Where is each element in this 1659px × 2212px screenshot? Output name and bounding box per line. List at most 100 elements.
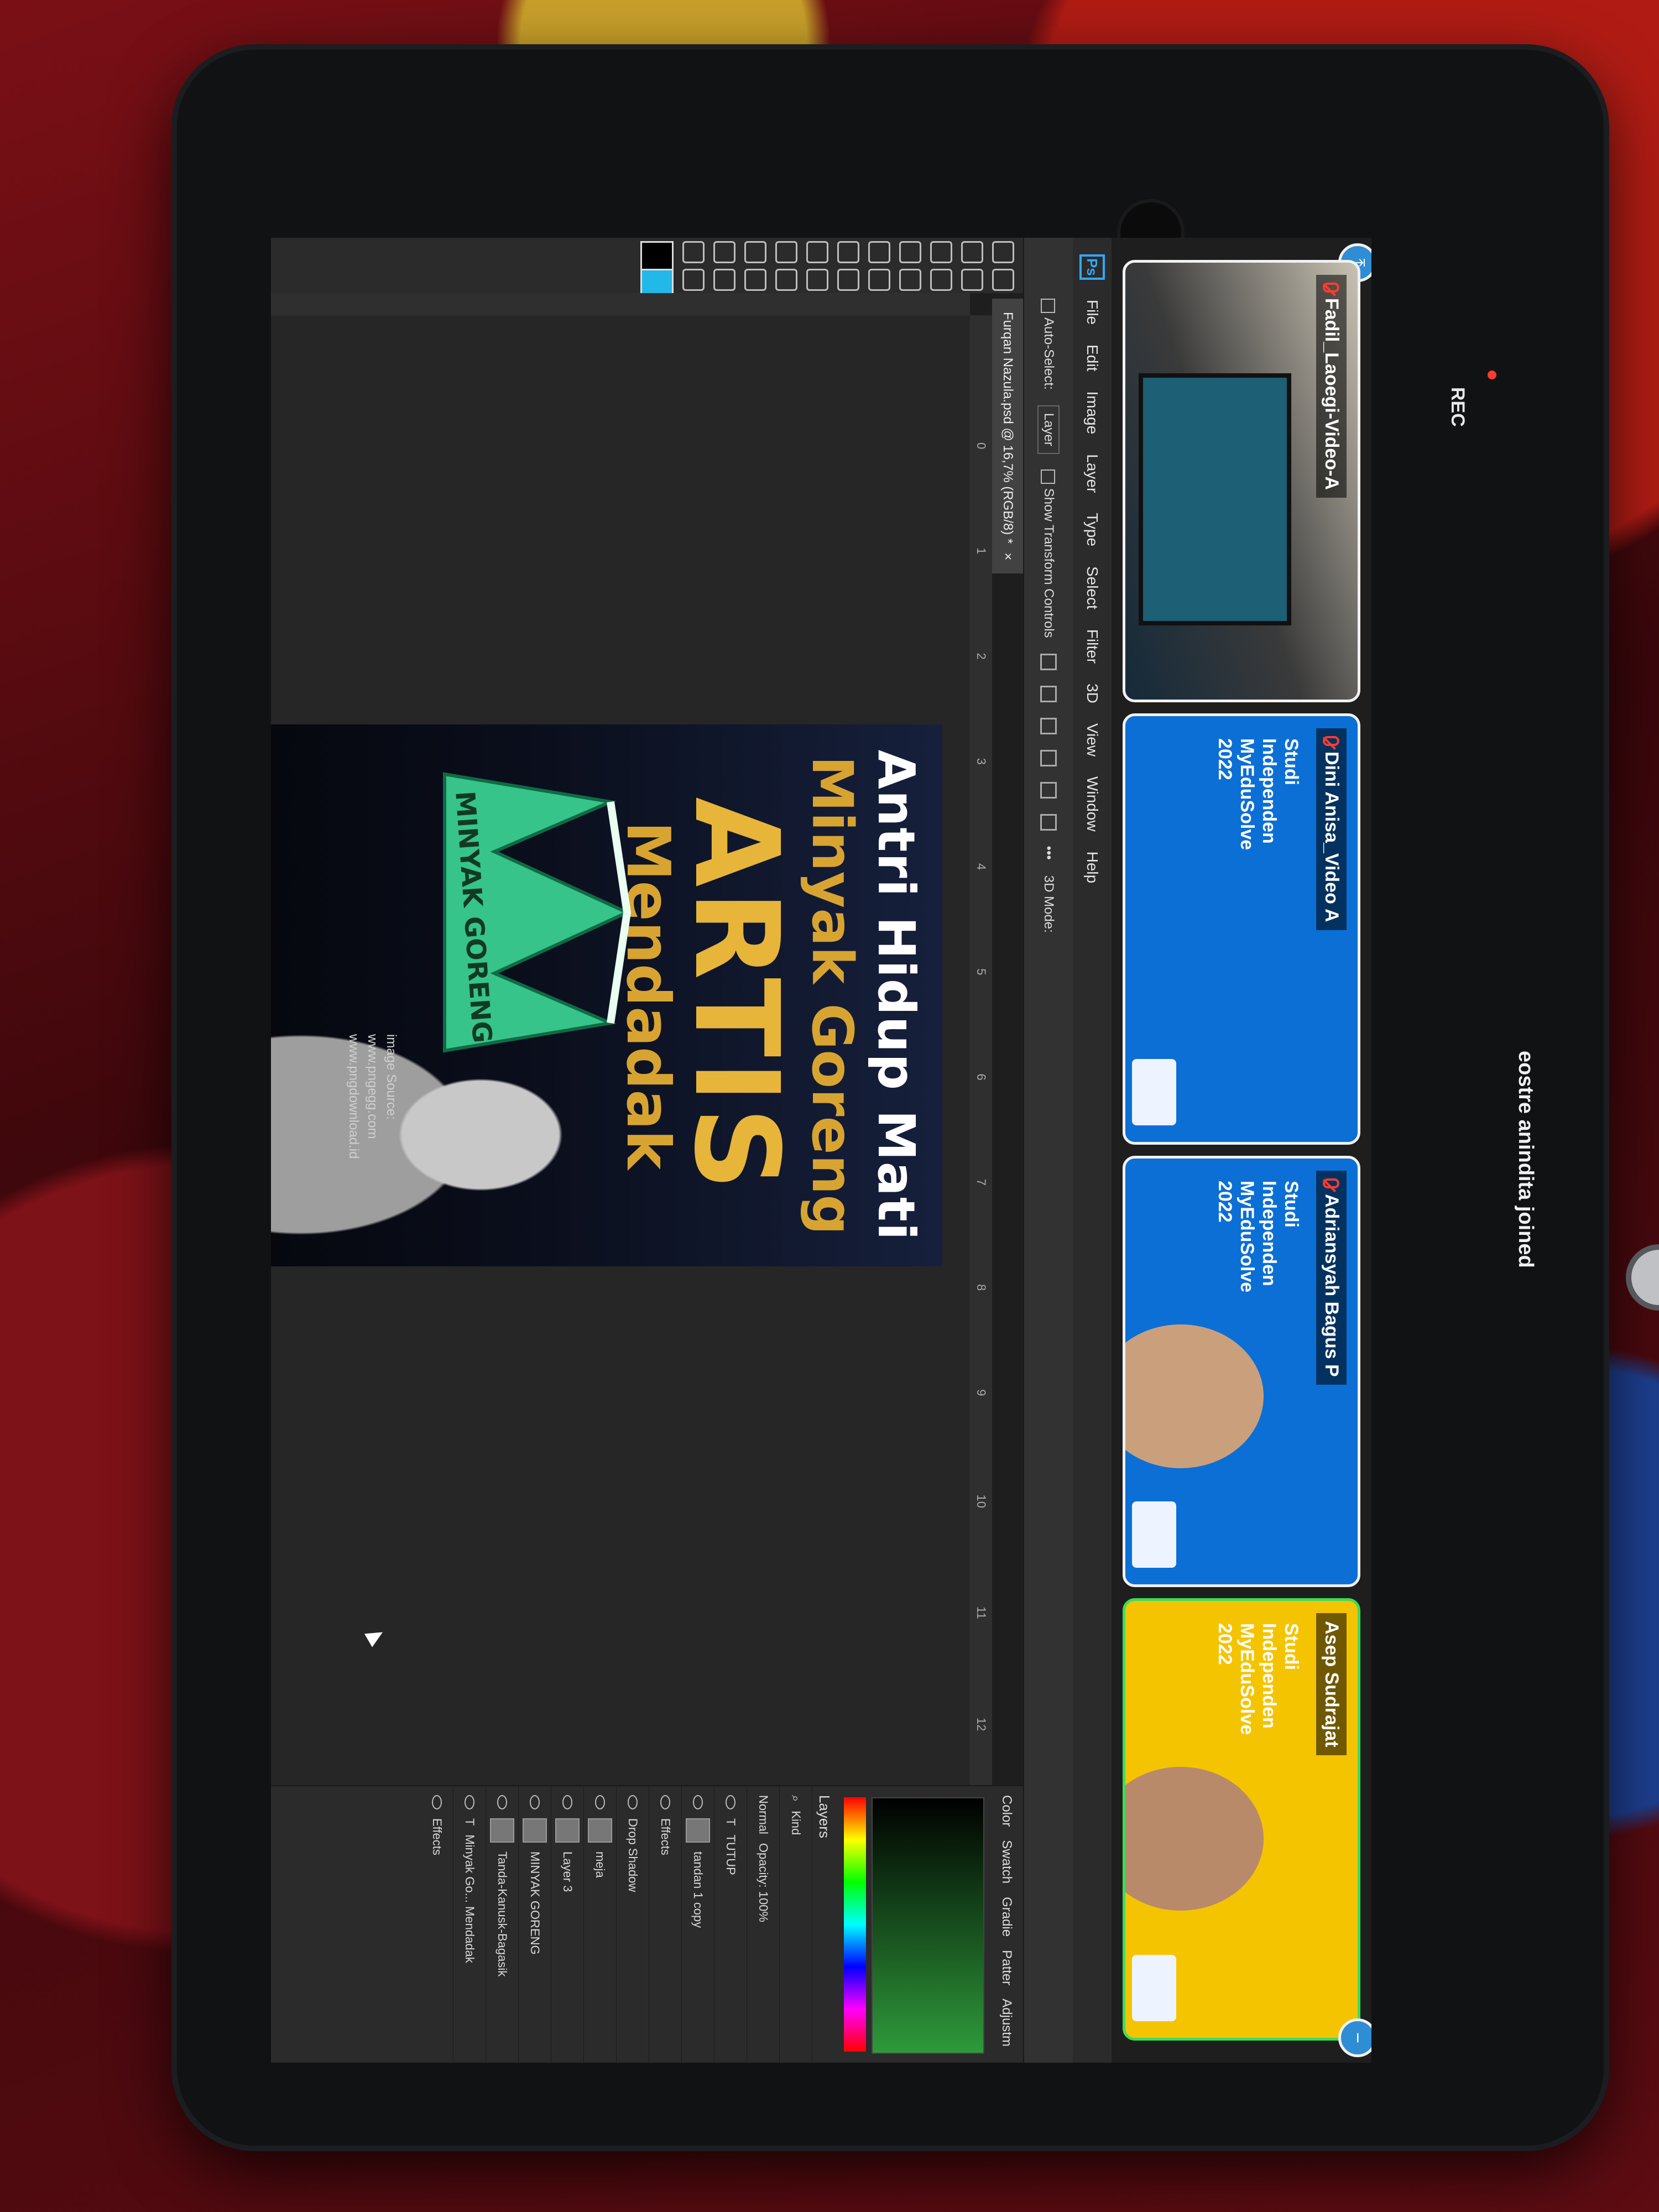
pen-tool-icon[interactable]: [775, 269, 797, 291]
path-select-tool-icon[interactable]: [744, 269, 766, 291]
screen-content: Ps File Edit Image Layer Type Select Fil…: [271, 238, 1371, 2063]
more-tools-icon[interactable]: [682, 269, 705, 291]
menu-3d[interactable]: 3D: [1083, 684, 1101, 703]
layer-item[interactable]: Tanda-Kanusk-Bagasik: [486, 1786, 519, 2063]
lasso-tool-icon[interactable]: [961, 241, 983, 263]
layer-name: Effects: [430, 1818, 444, 1855]
auto-select-label: Auto-Select:: [1041, 317, 1056, 390]
tab-adjustments[interactable]: Adjustm: [999, 1999, 1014, 2047]
logo-line: 2022: [1214, 1623, 1235, 1665]
hue-slider[interactable]: [844, 1797, 866, 2052]
more-options-icon[interactable]: •••: [1041, 846, 1056, 860]
participant-tiles: ⤒ Fadil_Laoegi-Video-A Dini Anisa_Video …: [1112, 238, 1371, 2063]
close-tab-icon[interactable]: ×: [1000, 552, 1015, 560]
participant-tile[interactable]: Adriansyah Bagus P Studi Independen MyEd…: [1123, 1156, 1360, 1587]
dodge-tool-icon[interactable]: [775, 241, 797, 263]
logo-line: MyEduSolve: [1237, 1181, 1258, 1293]
document-tab[interactable]: Furqan Nazula.psd @ 16,7% (RGB/8) * ×: [992, 299, 1023, 574]
layer-effects-item[interactable]: Effects: [421, 1786, 453, 2063]
hand-tool-icon[interactable]: [713, 269, 735, 291]
tab-swatches[interactable]: Swatch: [999, 1840, 1014, 1884]
menu-window[interactable]: Window: [1083, 776, 1101, 832]
auto-select-checkbox[interactable]: [1041, 299, 1056, 313]
layer-item[interactable]: T Minyak Go... Mendadak: [453, 1786, 486, 2063]
blend-mode-select[interactable]: Normal: [756, 1795, 770, 1834]
poster-artwork[interactable]: Antri Hidup Mati Minyak Goreng ARTIS Men…: [271, 724, 942, 1266]
eye-icon[interactable]: [726, 1795, 735, 1809]
history-brush-icon[interactable]: [837, 241, 859, 263]
layer-item[interactable]: tandan 1 copy: [682, 1786, 714, 2063]
color-picker-field[interactable]: [872, 1797, 984, 2054]
eye-icon[interactable]: [432, 1795, 442, 1809]
zoom-tool-icon[interactable]: [682, 241, 705, 263]
layer-filter-row: ⌕ Kind: [780, 1786, 812, 2063]
eye-icon[interactable]: [465, 1795, 474, 1809]
align-bottom-icon[interactable]: [1040, 813, 1057, 831]
menu-layer[interactable]: Layer: [1083, 454, 1101, 493]
participant-tile[interactable]: Dini Anisa_Video A Studi Independen MyEd…: [1123, 713, 1360, 1145]
logo-line: 2022: [1214, 738, 1235, 780]
layer-item[interactable]: Layer 3: [551, 1786, 584, 2063]
show-transform-option[interactable]: Show Transform Controls: [1041, 469, 1056, 638]
layer-item[interactable]: MINYAK GORENG: [519, 1786, 551, 2063]
eye-icon[interactable]: [660, 1795, 670, 1809]
stamp-tool-icon[interactable]: [868, 269, 890, 291]
type-tool-icon[interactable]: [744, 241, 766, 263]
menu-help[interactable]: Help: [1083, 852, 1101, 884]
participant-tile-active[interactable]: Asep Sudrajat Studi Independen MyEduSolv…: [1123, 1598, 1360, 2041]
layer-thumbnail: [555, 1818, 580, 1843]
tools-panel: [271, 238, 1023, 302]
show-transform-checkbox[interactable]: [1041, 469, 1056, 484]
frame-tool-icon[interactable]: [930, 269, 952, 291]
healing-tool-icon[interactable]: [899, 269, 921, 291]
eye-icon[interactable]: [628, 1795, 638, 1809]
eraser-tool-icon[interactable]: [837, 269, 859, 291]
marquee-tool-icon[interactable]: [992, 269, 1014, 291]
crop-tool-icon[interactable]: [930, 241, 952, 263]
layer-name: MINYAK GORENG: [528, 1851, 542, 1955]
brush-tool-icon[interactable]: [868, 241, 890, 263]
opacity-field[interactable]: Opacity: 100%: [756, 1843, 770, 1922]
eye-icon[interactable]: [693, 1795, 703, 1809]
align-right-icon[interactable]: [1040, 717, 1057, 734]
menu-edit[interactable]: Edit: [1083, 345, 1101, 371]
layer-mode-select[interactable]: Layer: [1037, 405, 1060, 454]
menu-view[interactable]: View: [1083, 723, 1101, 757]
align-center-icon[interactable]: [1040, 685, 1057, 702]
participant-name: Fadil_Laoegi-Video-A: [1321, 298, 1342, 490]
tab-gradients[interactable]: Gradie: [999, 1897, 1014, 1937]
tab-color[interactable]: Color: [999, 1795, 1014, 1827]
eye-icon[interactable]: [530, 1795, 540, 1809]
eye-icon[interactable]: [562, 1795, 572, 1809]
canvas-area[interactable]: Antri Hidup Mati Minyak Goreng ARTIS Men…: [271, 315, 970, 1786]
shape-tool-icon[interactable]: [713, 241, 735, 263]
layer-item[interactable]: meja: [584, 1786, 617, 2063]
align-left-icon[interactable]: [1040, 653, 1057, 670]
quick-select-tool-icon[interactable]: [961, 269, 983, 291]
gradient-tool-icon[interactable]: [806, 241, 828, 263]
collapse-icon[interactable]: −: [1338, 2018, 1371, 2057]
menu-select[interactable]: Select: [1083, 566, 1101, 609]
kind-filter[interactable]: Kind: [789, 1811, 803, 1835]
layers-panel-title[interactable]: Layers: [812, 1786, 844, 2063]
logo-line: Studi: [1281, 1623, 1302, 1670]
menu-filter[interactable]: Filter: [1083, 629, 1101, 664]
move-tool-icon[interactable]: [992, 241, 1014, 263]
blur-tool-icon[interactable]: [806, 269, 828, 291]
align-top-icon[interactable]: [1040, 749, 1057, 766]
menu-file[interactable]: File: [1083, 300, 1101, 325]
menu-image[interactable]: Image: [1083, 391, 1101, 434]
eye-icon[interactable]: [595, 1795, 605, 1809]
layer-item[interactable]: T TUTUP: [714, 1786, 747, 2063]
eye-icon[interactable]: [497, 1795, 507, 1809]
participant-tile[interactable]: Fadil_Laoegi-Video-A: [1123, 260, 1360, 702]
tab-patterns[interactable]: Patter: [999, 1950, 1014, 1985]
poster-line-1: Antri Hidup Mati: [867, 749, 926, 1241]
auto-select-option[interactable]: Auto-Select:: [1041, 299, 1056, 390]
ruler-mark: 3: [974, 758, 988, 765]
menu-type[interactable]: Type: [1083, 513, 1101, 546]
align-middle-icon[interactable]: [1040, 781, 1057, 799]
eyedropper-tool-icon[interactable]: [899, 241, 921, 263]
layer-effects-item[interactable]: Effects: [649, 1786, 682, 2063]
layer-effect-item[interactable]: Drop Shadow: [617, 1786, 649, 2063]
